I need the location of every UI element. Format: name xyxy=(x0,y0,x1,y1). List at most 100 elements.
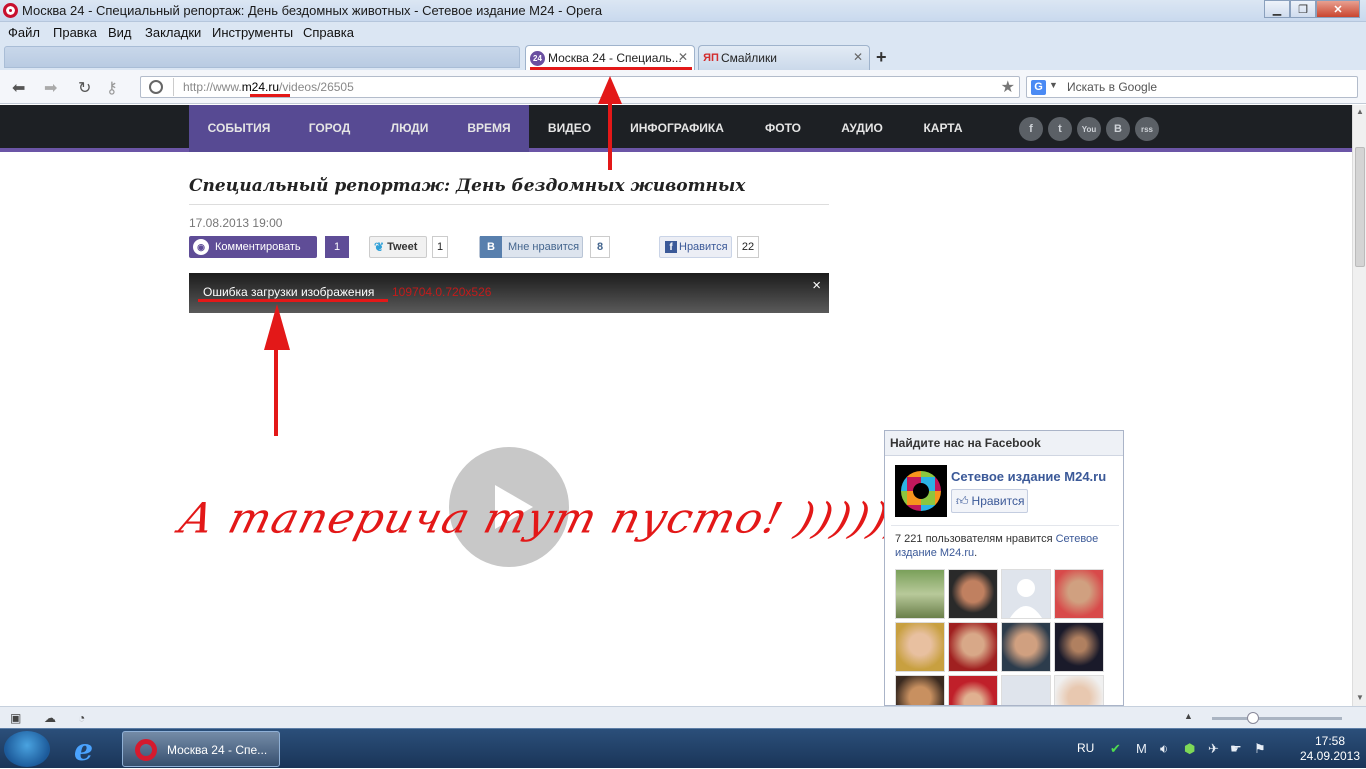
fb-like-count: 22 xyxy=(737,236,759,258)
m24-logo[interactable] xyxy=(895,465,947,517)
search-field[interactable]: G ▼ Искать в Google xyxy=(1026,76,1358,98)
fan-avatar[interactable] xyxy=(895,622,945,672)
connection-icon[interactable]: ✈ xyxy=(1208,741,1219,757)
start-button[interactable] xyxy=(4,731,50,767)
menu-tools[interactable]: Инструменты xyxy=(212,25,293,40)
window-title-bar: Москва 24 - Специальный репортаж: День б… xyxy=(0,0,1366,22)
menu-bookmarks[interactable]: Закладки xyxy=(145,25,201,40)
fan-avatar[interactable] xyxy=(895,675,945,705)
reload-icon[interactable]: ↻ xyxy=(78,78,91,98)
flag-icon[interactable]: ⚑ xyxy=(1254,741,1266,757)
twitter-icon[interactable]: t xyxy=(1048,117,1072,141)
menu-help[interactable]: Справка xyxy=(303,25,354,40)
tweet-count: 1 xyxy=(432,236,448,258)
tab-close-icon[interactable]: ✕ xyxy=(853,50,863,64)
fb-widget-like-button[interactable]: 👍︎ Нравится xyxy=(951,489,1028,513)
nav-item-photo[interactable]: ФОТО xyxy=(744,105,822,152)
clock-date: 24.09.2013 xyxy=(1299,749,1361,763)
fb-like-button[interactable]: f Нравится xyxy=(659,236,732,258)
zoom-slider[interactable] xyxy=(1212,717,1342,720)
maximize-button[interactable]: ❐ xyxy=(1290,0,1316,18)
nav-item-infographics[interactable]: ИНФОГРАФИКА xyxy=(610,105,744,152)
site-info-icon[interactable] xyxy=(149,80,163,94)
facebook-f-icon: f xyxy=(665,241,677,253)
title-divider xyxy=(189,204,829,205)
vk-like-label: Мне нравится xyxy=(508,241,580,253)
comment-button[interactable]: ◉ Комментировать xyxy=(189,236,317,258)
volume-icon[interactable]: 🔉︎ xyxy=(1160,741,1168,757)
fan-avatar[interactable] xyxy=(1054,569,1104,619)
tweet-button[interactable]: ❦ Tweet xyxy=(369,236,427,258)
close-icon[interactable]: × xyxy=(812,277,821,294)
youtube-icon[interactable]: You xyxy=(1077,117,1101,141)
fan-avatar[interactable] xyxy=(895,569,945,619)
network-icon[interactable]: M xyxy=(1136,741,1147,756)
nav-item-audio[interactable]: АУДИО xyxy=(822,105,902,152)
zoom-slider-thumb[interactable] xyxy=(1247,712,1259,724)
twitter-bird-icon: ❦ xyxy=(374,240,385,254)
annotation-arrow-error xyxy=(274,340,278,436)
vk-like-button[interactable]: B Мне нравится xyxy=(479,236,583,258)
navigation-bar: ⬅ ➡ ↻ ⚷ http://www.m24.ru/videos/26505 ★… xyxy=(0,70,1366,104)
nav-item-map[interactable]: КАРТА xyxy=(902,105,984,152)
fan-avatar[interactable] xyxy=(1054,675,1104,705)
fan-avatar[interactable] xyxy=(948,569,998,619)
language-indicator[interactable]: RU xyxy=(1077,741,1094,755)
scroll-up-icon[interactable]: ▲ xyxy=(1356,107,1364,116)
security-check-icon[interactable]: ✔ xyxy=(1110,741,1121,757)
nav-item-video[interactable]: ВИДЕО xyxy=(529,105,610,152)
close-button[interactable]: ✕ xyxy=(1316,0,1360,18)
clock[interactable]: 17:58 24.09.2013 xyxy=(1294,734,1366,764)
fb-page-name[interactable]: Сетевое издание М24.ru xyxy=(951,469,1106,484)
minimize-button[interactable]: ▁ xyxy=(1264,0,1290,18)
opera-unite-icon[interactable]: ☁ xyxy=(44,711,56,725)
tab-label: Москва 24 - Специаль... xyxy=(548,51,682,65)
annotation-underline-url xyxy=(250,94,290,97)
fan-avatar[interactable] xyxy=(948,622,998,672)
fan-avatar[interactable] xyxy=(1001,569,1051,619)
fan-avatar[interactable] xyxy=(948,675,998,705)
wand-key-icon[interactable]: ⚷ xyxy=(106,78,118,98)
menu-file[interactable]: Файл xyxy=(8,25,40,40)
panel-toggle-icon[interactable]: ▣ xyxy=(10,711,21,725)
speed-icon[interactable]: ◔ xyxy=(78,711,85,725)
article-title: Специальный репортаж: День бездомных жив… xyxy=(189,176,746,196)
vk-icon[interactable]: B xyxy=(1106,117,1130,141)
tab-smiles[interactable]: ЯП Смайлики ✕ xyxy=(698,45,870,70)
menu-edit[interactable]: Правка xyxy=(53,25,97,40)
facebook-icon[interactable]: f xyxy=(1019,117,1043,141)
annotation-arrow-tab xyxy=(608,100,612,170)
fan-avatar[interactable] xyxy=(1001,675,1051,705)
hand-icon[interactable]: ☛ xyxy=(1230,741,1242,757)
m24-icon: 24 xyxy=(530,51,545,66)
forward-arrow-icon[interactable]: ➡ xyxy=(44,78,57,98)
internet-explorer-icon[interactable]: e xyxy=(74,733,106,768)
scroll-thumb[interactable] xyxy=(1355,147,1365,267)
comment-icon: ◉ xyxy=(193,239,209,255)
back-arrow-icon[interactable]: ⬅ xyxy=(12,78,25,98)
vk-like-count: 8 xyxy=(590,236,610,258)
google-icon[interactable]: G xyxy=(1031,80,1046,95)
url-text: http://www.m24.ru/videos/26505 xyxy=(183,80,354,94)
chevron-up-icon[interactable]: ▲ xyxy=(1184,711,1193,721)
nav-item-time[interactable]: ВРЕМЯ xyxy=(449,105,529,152)
shield-icon[interactable]: ⬢ xyxy=(1184,741,1195,757)
yap-icon: ЯП xyxy=(703,51,719,64)
tab-close-icon[interactable]: ✕ xyxy=(678,50,688,64)
taskbar-opera-window[interactable]: Москва 24 - Спе... xyxy=(122,731,280,767)
menu-view[interactable]: Вид xyxy=(108,25,132,40)
new-tab-button[interactable]: + xyxy=(876,47,887,68)
scroll-down-icon[interactable]: ▼ xyxy=(1356,693,1364,702)
menu-bar: Файл Правка Вид Закладки Инструменты Спр… xyxy=(0,22,1366,42)
rss-icon[interactable]: rss xyxy=(1135,117,1159,141)
bookmark-star-icon[interactable]: ★ xyxy=(1001,77,1015,97)
site-nav: СОБЫТИЯ ГОРОД ЛЮДИ ВРЕМЯ ВИДЕО ИНФОГРАФИ… xyxy=(0,105,1352,152)
chevron-down-icon[interactable]: ▼ xyxy=(1049,80,1058,90)
fan-avatar[interactable] xyxy=(1054,622,1104,672)
vertical-scrollbar[interactable]: ▲ ▼ xyxy=(1352,105,1366,706)
nav-item-city[interactable]: ГОРОД xyxy=(289,105,370,152)
search-placeholder: Искать в Google xyxy=(1067,80,1158,94)
nav-item-people[interactable]: ЛЮДИ xyxy=(370,105,449,152)
nav-item-events[interactable]: СОБЫТИЯ xyxy=(189,105,289,152)
fan-avatar[interactable] xyxy=(1001,622,1051,672)
